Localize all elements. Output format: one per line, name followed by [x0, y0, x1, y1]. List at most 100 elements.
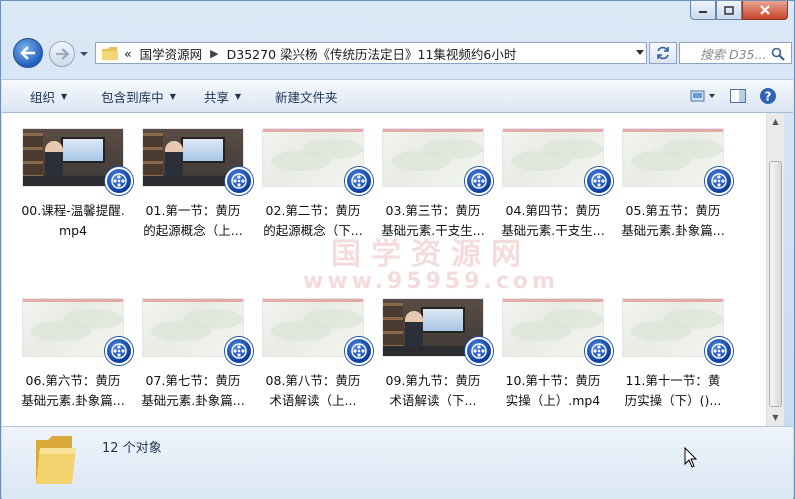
view-icon [690, 90, 715, 102]
close-button[interactable] [742, 1, 788, 20]
address-bar[interactable]: « 国学资源网 ▶ D35270 梁兴杨《传统历法定日》11集视频约6小时 [95, 42, 647, 64]
file-item[interactable]: 11.第十一节：黄 历实操（下）()... [623, 299, 741, 426]
media-player-icon [105, 167, 133, 195]
forward-button[interactable] [49, 41, 75, 67]
svg-text:?: ? [765, 90, 772, 104]
file-item[interactable]: 03.第三节：黄历 基础元素.干支生... [381, 129, 501, 289]
breadcrumb-prefix[interactable]: « [124, 46, 132, 61]
file-name-line-2: 基础元素.卦象篇... [141, 393, 245, 408]
file-name-line-1: 11.第十一节：黄 [625, 373, 721, 388]
file-name-line-2: 基础元素.干支生... [501, 223, 605, 238]
media-player-icon [225, 167, 253, 195]
file-name-line-2: 实操（上）.mp4 [505, 393, 601, 408]
breadcrumb-item-current[interactable]: D35270 梁兴杨《传统历法定日》11集视频约6小时 [227, 44, 517, 63]
file-item[interactable]: 08.第八节：黄历 术语解读（上... [263, 299, 381, 426]
file-item[interactable]: 00.课程-温馨提醒. mp4 [21, 129, 141, 289]
address-dropdown-button[interactable] [633, 43, 647, 63]
file-name-line-1: 07.第七节：黄历 [145, 373, 241, 388]
file-name: 06.第六节：黄历 基础元素.卦象篇... [17, 371, 129, 411]
scroll-up-button[interactable]: ▲ [767, 113, 784, 130]
media-player-icon [585, 167, 613, 195]
organize-menu[interactable]: 组织 ▼ [2, 83, 81, 109]
search-input[interactable]: 搜索 D35... [679, 42, 792, 64]
toolbar-right: ? [683, 83, 783, 109]
file-item[interactable]: 02.第二节：黄历 的起源概念（下... [263, 129, 381, 289]
file-item[interactable]: 09.第九节：黄历 术语解读（下... [383, 299, 501, 426]
help-button[interactable]: ? [753, 83, 783, 109]
chevron-down-icon: ▼ [234, 91, 242, 101]
chevron-down-icon [80, 52, 88, 56]
include-in-library-menu[interactable]: 包含到库中 ▼ [81, 83, 190, 109]
file-name: 09.第九节：黄历 术语解读（下... [377, 371, 489, 411]
file-list[interactable]: 00.课程-温馨提醒. mp4 01.第一节：黄历 的起源概念（上... 02.第二节：… [2, 113, 766, 426]
media-player-icon [465, 337, 493, 365]
file-name: 10.第十节：黄历 实操（上）.mp4 [497, 371, 609, 411]
scroll-down-button[interactable]: ▼ [767, 409, 784, 426]
file-name-line-2: 基础元素.卦象篇... [621, 223, 725, 238]
close-icon [760, 5, 770, 15]
media-player-icon [585, 337, 613, 365]
file-name-line-1: 08.第八节：黄历 [265, 373, 361, 388]
file-name-line-2: mp4 [58, 223, 88, 238]
file-name-line-2: 的起源概念（上... [143, 223, 243, 238]
media-player-icon [345, 337, 373, 365]
file-name-line-1: 05.第五节：黄历 [625, 203, 721, 218]
file-name-line-1: 02.第二节：黄历 [265, 203, 361, 218]
file-item[interactable]: 04.第四节：黄历 基础元素.干支生... [501, 129, 621, 289]
file-item[interactable]: 01.第一节：黄历 的起源概念（上... [143, 129, 261, 289]
file-name-line-2: 基础元素.干支生... [381, 223, 485, 238]
file-name: 00.课程-温馨提醒. mp4 [17, 201, 129, 241]
maximize-icon [724, 5, 734, 15]
media-player-icon [225, 337, 253, 365]
scroll-thumb[interactable] [769, 161, 782, 407]
explorer-window: « 国学资源网 ▶ D35270 梁兴杨《传统历法定日》11集视频约6小时 搜索… [0, 0, 795, 499]
share-menu[interactable]: 共享 ▼ [190, 83, 255, 109]
file-name-line-1: 09.第九节：黄历 [385, 373, 481, 388]
arrow-left-icon [20, 46, 35, 60]
breadcrumb-item-root[interactable]: 国学资源网 [140, 44, 203, 63]
recent-pages-button[interactable] [79, 48, 89, 58]
breadcrumb-separator-icon[interactable]: ▶ [210, 47, 218, 60]
file-name: 07.第七节：黄历 基础元素.卦象篇... [137, 371, 249, 411]
file-name: 08.第八节：黄历 术语解读（上... [257, 371, 369, 411]
file-name-line-1: 10.第十节：黄历 [505, 373, 601, 388]
file-name: 03.第三节：黄历 基础元素.干支生... [377, 201, 489, 241]
preview-pane-icon [730, 89, 746, 103]
file-name-line-1: 00.课程-温馨提醒. [21, 203, 125, 218]
file-name-line-1: 06.第六节：黄历 [25, 373, 121, 388]
file-name-line-1: 03.第三节：黄历 [385, 203, 481, 218]
folder-icon [102, 46, 118, 60]
back-button[interactable] [13, 38, 43, 68]
file-item[interactable]: 10.第十节：黄历 实操（上）.mp4 [503, 299, 621, 426]
file-item[interactable]: 05.第五节：黄历 基础元素.卦象篇... [621, 129, 741, 289]
chevron-down-icon: ▼ [61, 91, 68, 101]
preview-pane-button[interactable] [723, 83, 753, 109]
mouse-pointer-icon [684, 447, 698, 468]
file-name: 02.第二节：黄历 的起源概念（下... [257, 201, 369, 241]
file-name: 04.第四节：黄历 基础元素.干支生... [497, 201, 609, 241]
refresh-button[interactable] [649, 42, 677, 64]
file-name-line-2: 基础元素.卦象篇... [21, 393, 125, 408]
chevron-down-icon [636, 50, 644, 55]
caption-buttons [690, 1, 788, 20]
file-name: 05.第五节：黄历 基础元素.卦象篇... [617, 201, 729, 241]
search-icon [771, 47, 785, 61]
file-item[interactable]: 06.第六节：黄历 基础元素.卦象篇... [21, 299, 141, 426]
file-item[interactable]: 07.第七节：黄历 基础元素.卦象篇... [141, 299, 261, 426]
file-name-line-1: 01.第一节：黄历 [145, 203, 241, 218]
minimize-icon [699, 11, 707, 13]
file-name-line-2: 的起源概念（下... [263, 223, 363, 238]
navigation-bar: « 国学资源网 ▶ D35270 梁兴杨《传统历法定日》11集视频约6小时 搜索… [9, 37, 792, 69]
details-pane: 12 个对象 [2, 426, 793, 499]
help-icon: ? [760, 88, 776, 104]
vertical-scrollbar[interactable]: ▲ ▼ [766, 113, 784, 426]
change-view-button[interactable] [683, 83, 723, 109]
include-in-library-label: 包含到库中 [101, 89, 164, 105]
arrow-right-icon [56, 48, 69, 60]
share-label: 共享 [203, 89, 229, 105]
new-folder-button[interactable]: 新建文件夹 [255, 83, 352, 109]
maximize-button[interactable] [716, 1, 742, 20]
file-name-line-2: 术语解读（上... [269, 393, 357, 408]
command-bar: 组织 ▼ 包含到库中 ▼ 共享 ▼ 新建文件夹 ? [2, 79, 793, 113]
minimize-button[interactable] [690, 1, 716, 20]
